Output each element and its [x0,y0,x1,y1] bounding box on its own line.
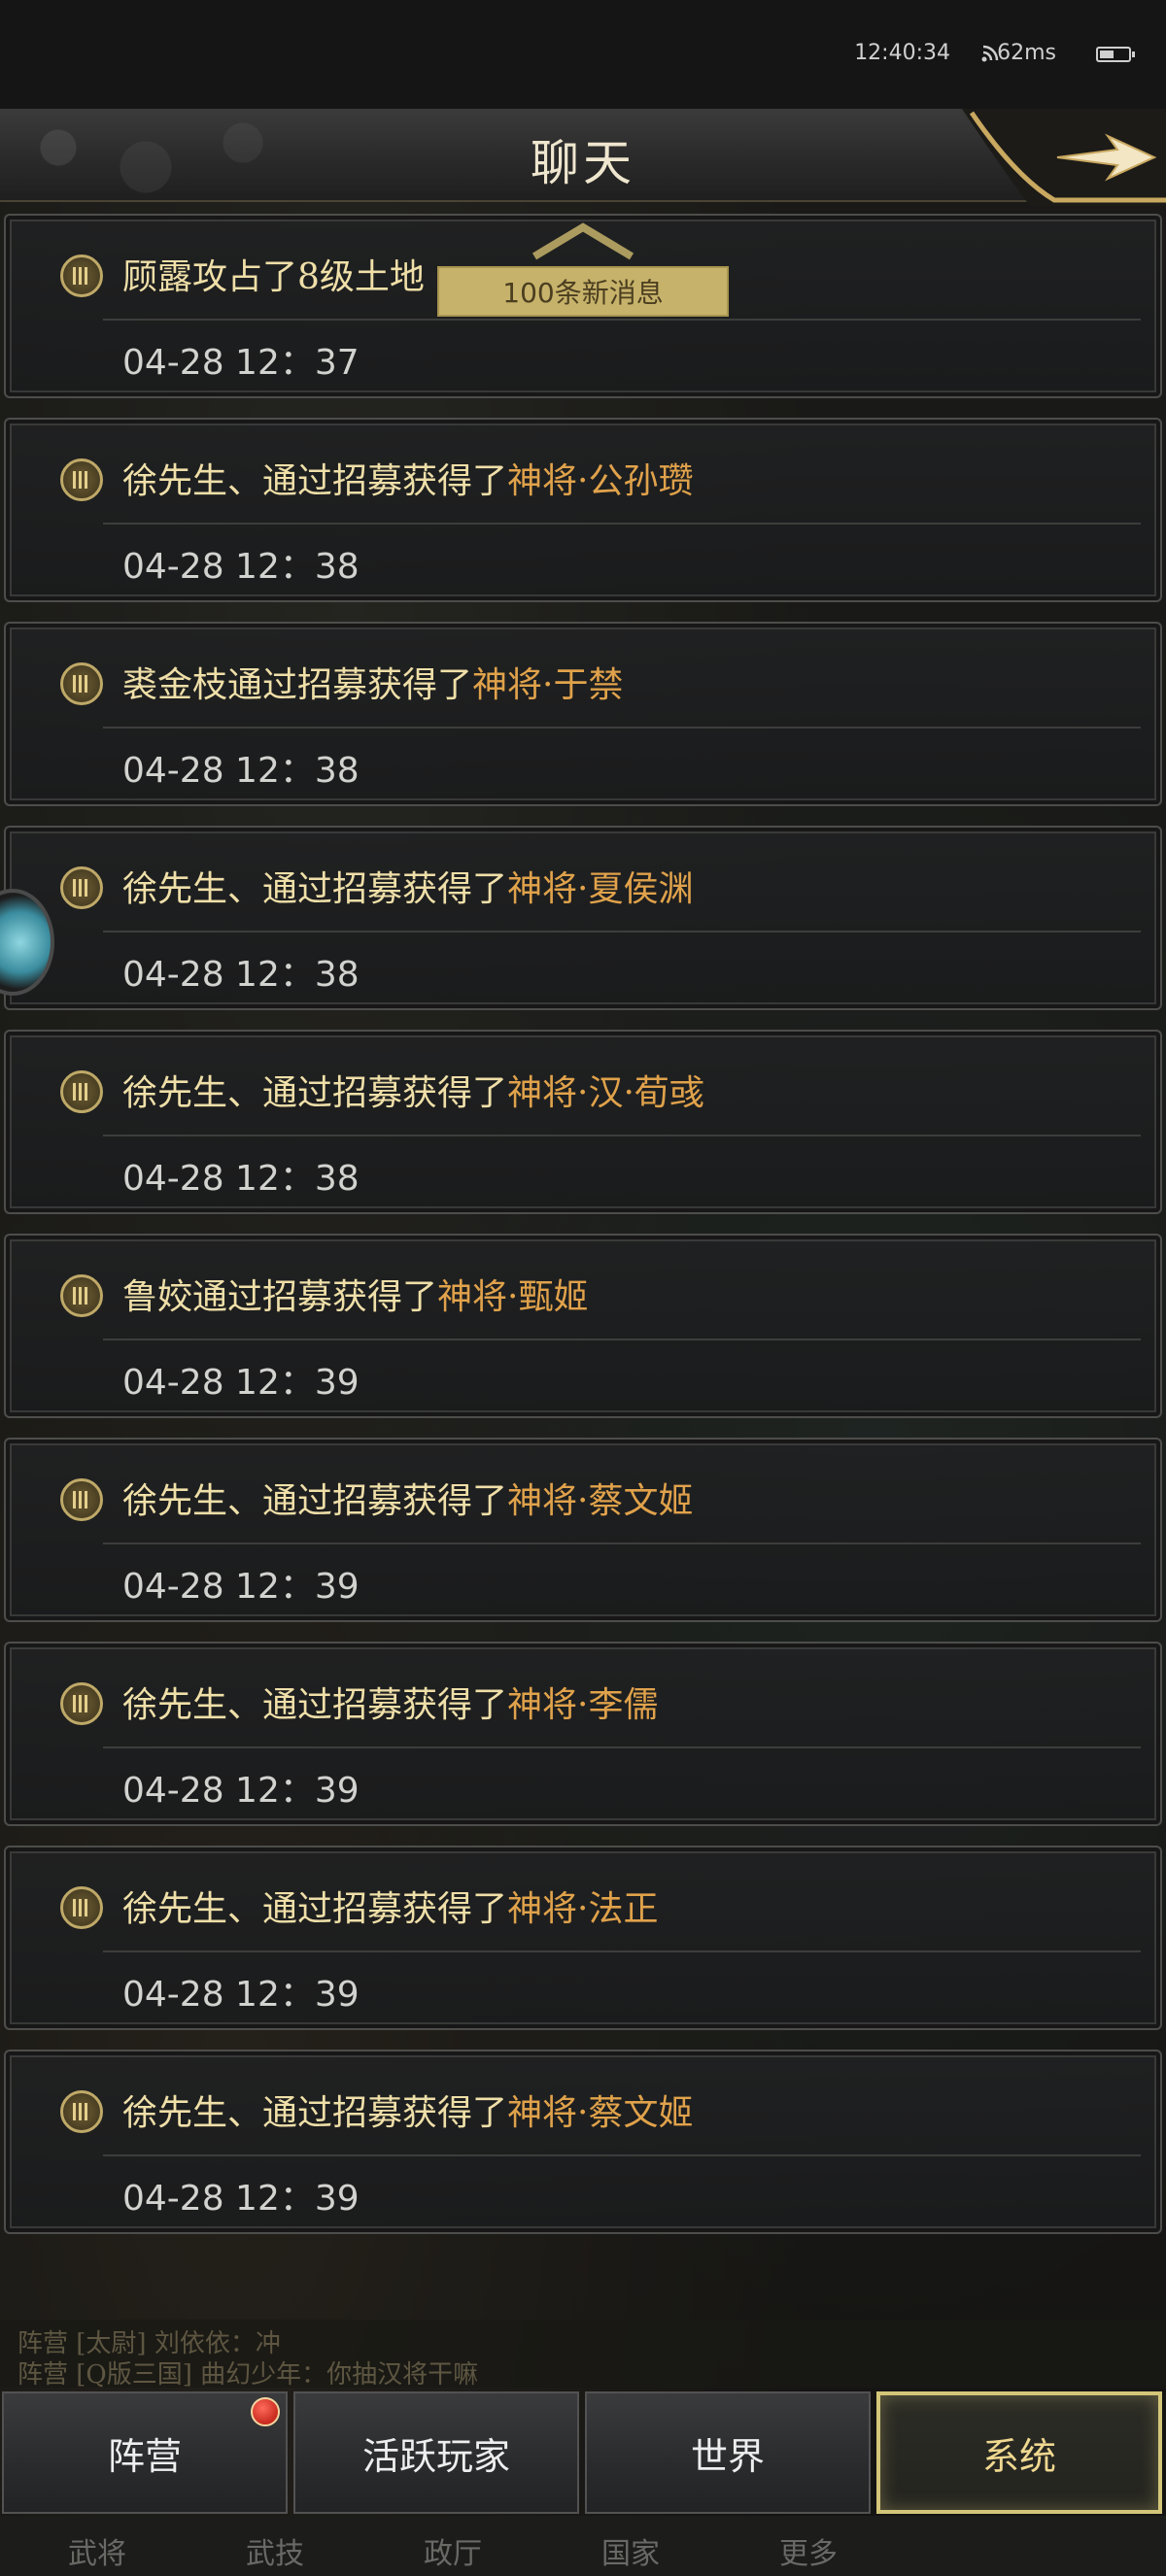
message-text: 裘金枝通过招募获得了 [122,665,473,705]
message-highlight: 神将·公孙瓒 [507,461,694,501]
tab-label: 系统 [981,2434,1056,2478]
message-time: 04-28 12：38 [122,955,360,995]
message-text: 徐先生、通过招募获得了 [122,869,508,909]
message-highlight: 神将·夏侯渊 [507,869,694,909]
tab-active-players[interactable]: 活跃玩家 [293,2391,579,2514]
preview-line: 阵营 [Q版三国] 曲幻少年：你抽汉将干嘛 [17,2360,479,2390]
tab-system[interactable]: 系统 [876,2391,1162,2514]
message-highlight: 神将·蔡文姬 [507,1481,694,1521]
ping-value: 62ms [997,41,1056,65]
tab-camp[interactable]: 阵营 [2,2391,288,2514]
message-time: 04-28 12：39 [122,1363,360,1403]
message-text: 徐先生、通过招募获得了 [122,2093,508,2133]
notification-dot-icon [251,2397,280,2426]
system-scroll-icon [60,1682,103,1725]
message-text: 徐先生、通过招募获得了 [122,461,508,501]
chat-message: 徐先生、通过招募获得了神将·蔡文姬 04-28 12：39 [4,1438,1162,1622]
tab-label: 世界 [690,2434,765,2478]
message-time: 04-28 12：39 [122,1567,360,1607]
message-time: 04-28 12：38 [122,547,360,587]
message-highlight: 神将·汉·荀彧 [507,1073,704,1113]
chat-message: 徐先生、通过招募获得了神将·法正 04-28 12：39 [4,1846,1162,2030]
message-time: 04-28 12：38 [122,1159,360,1199]
chat-message: 徐先生、通过招募获得了神将·公孙瓒 04-28 12：38 [4,418,1162,602]
message-text: 鲁姣通过招募获得了 [122,1277,438,1317]
system-scroll-icon [60,2090,103,2133]
message-time: 04-28 12：39 [122,1975,360,2015]
chat-channel-tabs: 阵营 活跃玩家 世界 系统 [0,2391,1166,2514]
system-scroll-icon [60,1274,103,1317]
status-bar: 12:40:34 62ms [0,0,1166,109]
battery-icon [1096,47,1135,62]
message-time: 04-28 12：38 [122,751,360,791]
chat-message: 徐先生、通过招募获得了神将·汉·荀彧 04-28 12：38 [4,1030,1162,1214]
message-highlight: 神将·蔡文姬 [507,2093,694,2133]
tab-label: 活跃玩家 [361,2434,510,2478]
footer-item-more[interactable]: 更多 [779,2529,838,2572]
message-time: 04-28 12：39 [122,2179,360,2219]
chat-preview-strip: 阵营 [太尉] 刘依依：冲 阵营 [Q版三国] 曲幻少年：你抽汉将干嘛 [0,2320,1166,2390]
game-footer-nav: 武将 武技 政厅 国家 更多 [0,2516,1166,2576]
system-scroll-icon [60,866,103,909]
message-text: 徐先生、通过招募获得了 [122,1073,508,1113]
new-messages-button[interactable]: 100条新消息 [437,266,729,317]
chat-message: 裘金枝通过招募获得了神将·于禁 04-28 12：38 [4,622,1162,806]
system-scroll-icon [60,1070,103,1113]
chevron-up-icon[interactable] [530,221,636,260]
message-highlight: 神将·法正 [507,1889,659,1929]
tab-label: 阵营 [107,2434,182,2478]
message-text: 顾露攻占了8级土地 [122,257,425,297]
chat-message: 鲁姣通过招募获得了神将·甄姬 04-28 12：39 [4,1234,1162,1418]
chat-message: 徐先生、通过招募获得了神将·李儒 04-28 12：39 [4,1642,1162,1826]
chat-message: 徐先生、通过招募获得了神将·夏侯渊 04-28 12：38 [4,826,1162,1010]
footer-item-hall[interactable]: 政厅 [424,2529,482,2572]
system-scroll-icon [60,1478,103,1521]
message-time: 04-28 12：39 [122,1771,360,1811]
status-time: 12:40:34 [854,41,950,65]
footer-item-nation[interactable]: 国家 [601,2529,660,2572]
system-scroll-icon [60,458,103,501]
footer-item-skills[interactable]: 武技 [246,2529,304,2572]
close-arrow-icon[interactable] [962,109,1166,206]
system-scroll-icon [60,662,103,705]
system-scroll-icon [60,1886,103,1929]
message-highlight: 神将·于禁 [472,665,624,705]
footer-item-generals[interactable]: 武将 [68,2529,126,2572]
chat-message: 徐先生、通过招募获得了神将·蔡文姬 04-28 12：39 [4,2050,1162,2234]
message-text: 徐先生、通过招募获得了 [122,1889,508,1929]
message-text: 徐先生、通过招募获得了 [122,1685,508,1725]
message-time: 04-28 12：37 [122,343,360,383]
message-highlight: 神将·李儒 [507,1685,659,1725]
tab-world[interactable]: 世界 [585,2391,871,2514]
system-scroll-icon [60,254,103,297]
message-text: 徐先生、通过招募获得了 [122,1481,508,1521]
message-highlight: 神将·甄姬 [437,1277,589,1317]
